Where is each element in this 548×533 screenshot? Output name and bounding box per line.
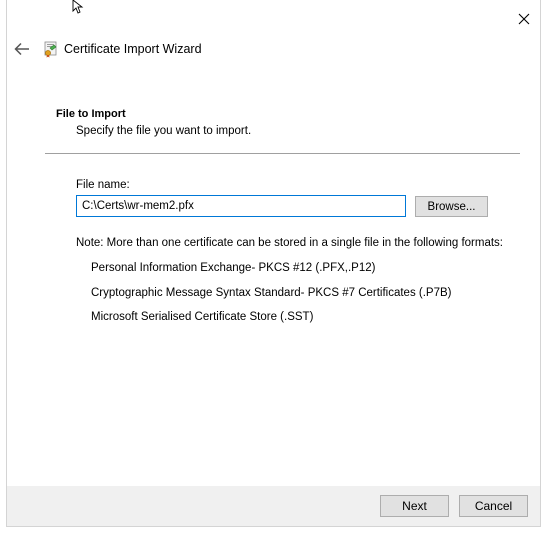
section-heading: File to Import bbox=[56, 108, 126, 120]
formats-note: Note: More than one certificate can be s… bbox=[76, 237, 504, 249]
close-icon bbox=[518, 13, 530, 25]
next-button[interactable]: Next bbox=[380, 495, 449, 517]
wizard-title: Certificate Import Wizard bbox=[64, 42, 202, 56]
format-item-sst: Microsoft Serialised Certificate Store (… bbox=[91, 311, 314, 323]
mouse-pointer-icon bbox=[72, 0, 84, 14]
format-item-pfx: Personal Information Exchange- PKCS #12 … bbox=[91, 262, 376, 274]
format-item-p7b: Cryptographic Message Syntax Standard- P… bbox=[91, 287, 452, 299]
header-divider bbox=[45, 153, 520, 154]
browse-button[interactable]: Browse... bbox=[415, 196, 488, 217]
back-arrow-icon bbox=[14, 42, 29, 56]
file-name-input[interactable] bbox=[76, 195, 406, 217]
section-description: Specify the file you want to import. bbox=[76, 125, 252, 137]
back-button[interactable] bbox=[12, 40, 32, 58]
cancel-button[interactable]: Cancel bbox=[459, 495, 528, 517]
certificate-icon bbox=[44, 41, 57, 58]
close-button[interactable] bbox=[513, 9, 535, 29]
file-name-label: File name: bbox=[76, 179, 130, 191]
